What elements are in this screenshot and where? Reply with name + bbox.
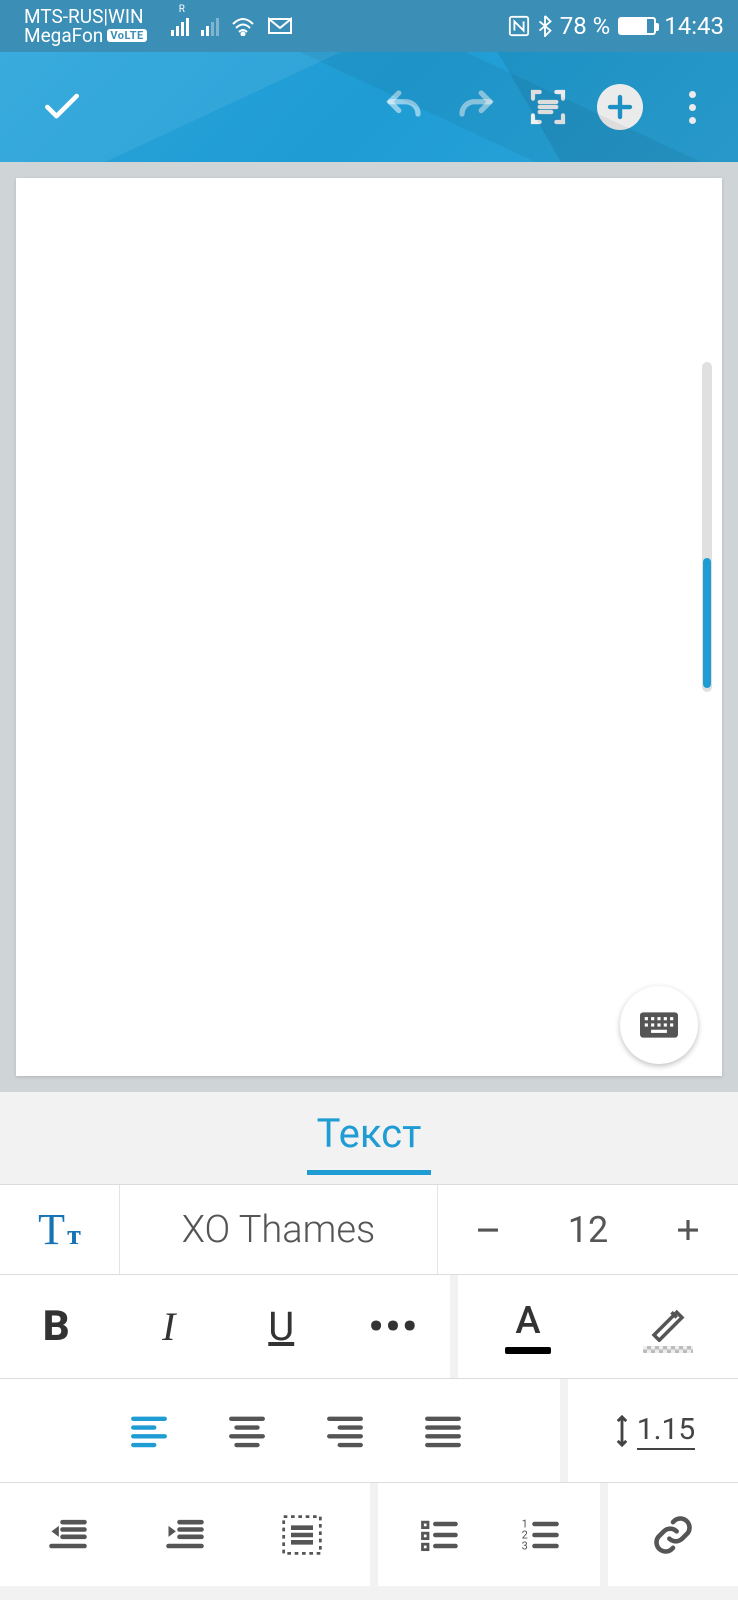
status-indicators: R [171,16,293,36]
battery-icon [618,17,656,35]
app-toolbar [0,52,738,162]
add-button[interactable] [584,71,656,143]
more-text-styles-button[interactable]: ••• [346,1275,441,1378]
format-panel: Текст Tт XO Thames 12 B I U ••• [0,1092,738,1600]
overflow-menu-button[interactable] [656,71,728,143]
font-family-selector[interactable]: XO Thames [120,1185,438,1274]
carrier-2: MegaFon [24,26,103,45]
font-color-button[interactable]: A [481,1275,576,1378]
clock: 14:43 [664,12,724,40]
align-right-button[interactable] [296,1379,394,1482]
paragraph-style-button[interactable] [254,1483,350,1586]
wifi-icon [231,16,255,36]
document-page[interactable] [16,178,722,1076]
signal-icon [171,18,189,36]
font-style-presets-button[interactable]: Tт [0,1185,120,1274]
insert-link-button[interactable] [625,1483,721,1586]
tab-text[interactable]: Текст [317,1110,422,1167]
volte-badge: VoLTE [107,29,146,42]
keyboard-fab[interactable] [620,986,698,1064]
select-all-button[interactable] [512,71,584,143]
italic-button[interactable]: I [121,1275,216,1378]
scrollbar[interactable] [702,362,712,692]
android-status-bar: MTS-RUS|WIN MegaFon VoLTE R [0,0,738,52]
svg-text:3: 3 [521,1539,527,1552]
bullet-list-button[interactable] [391,1483,487,1586]
decrease-indent-button[interactable] [20,1483,116,1586]
underline-button[interactable]: U [234,1275,329,1378]
font-size-decrease-button[interactable] [438,1215,538,1245]
highlight-color-button[interactable] [621,1275,716,1378]
numbered-list-button[interactable]: 1 2 3 [492,1483,588,1586]
increase-indent-button[interactable] [137,1483,233,1586]
align-left-button[interactable] [100,1379,198,1482]
redo-button[interactable] [440,71,512,143]
done-button[interactable] [26,71,98,143]
panel-tabs: Текст [0,1092,738,1184]
battery-percent: 78 % [560,12,611,40]
document-viewport[interactable] [0,162,738,1092]
align-justify-button[interactable] [394,1379,492,1482]
undo-button[interactable] [368,71,440,143]
bluetooth-icon [538,15,552,37]
bold-button[interactable]: B [9,1275,104,1378]
line-spacing-button[interactable]: 1.15 [593,1379,713,1482]
line-spacing-value: 1.15 [637,1412,696,1450]
signal-icon [201,18,219,36]
font-size-value[interactable]: 12 [538,1209,638,1251]
nfc-icon [508,15,530,37]
font-size-increase-button[interactable] [638,1215,738,1245]
gmail-icon [267,16,293,36]
align-center-button[interactable] [198,1379,296,1482]
font-family-value: XO Thames [182,1208,376,1252]
